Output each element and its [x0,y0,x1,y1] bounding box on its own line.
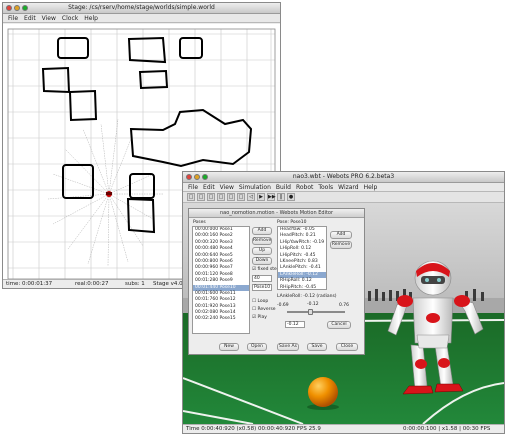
poses-list[interactable]: 00:00:000 Pose1 00:00:160 Pose2 00:00:320 … [192,226,250,334]
add-pose-button[interactable]: Add [252,227,272,235]
webots-window: nao3.wbt - Webots PRO 6.2.beta3 File Edi… [182,171,505,434]
save-as-motion-button[interactable]: Save As [277,343,299,351]
menu-robot[interactable]: Robot [296,183,313,191]
step-field[interactable]: 40 [252,275,272,282]
new-world-button[interactable]: □ [187,193,195,201]
menu-file[interactable]: File [188,183,198,191]
pose-name-header: Pose: Pose10 [277,220,307,225]
step-button[interactable]: □ [237,193,245,201]
save-world-button[interactable]: □ [207,193,215,201]
fast-button[interactable]: ▶ [257,193,265,201]
joints-list[interactable]: HeadYaw: -0.05 HeadPitch: 0.21 LHipYawPitc… [277,226,327,290]
min-label: -0.69 [277,303,289,308]
max-label: 0.76 [339,303,350,308]
reverse-label: Reverse [257,307,276,312]
menu-build[interactable]: Build [276,183,291,191]
menu-clock[interactable]: Clock [62,14,78,22]
status-real: real:0:00:27 [75,281,109,287]
stage-title: Stage: /cs/rserv/home/stage/worlds/simpl… [68,4,215,11]
movie-button[interactable]: ● [287,193,295,201]
checkbox-icon: ☑ [252,315,257,320]
sim-time: Time 0:00:40:920 (x0.58) 00:00:40:920 FP… [186,426,321,432]
menu-simulation[interactable]: Simulation [239,183,271,191]
menu-wizard[interactable]: Wizard [338,183,358,191]
save-motion-button[interactable]: Save [307,343,327,351]
run-button[interactable]: ◁ [247,193,255,201]
current-value-label: -0.12 [307,302,319,307]
up-pose-button[interactable]: Up [252,247,272,255]
checkbox-icon: ☐ [252,299,257,304]
value-slider[interactable] [287,309,345,315]
poses-label: Poses [193,220,206,225]
remove-joint-button[interactable]: Remove [330,241,352,249]
play-label: Play [257,315,267,320]
open-motion-button[interactable]: Open [247,343,267,351]
cancel-button[interactable]: Cancel [327,321,351,329]
down-pose-button[interactable]: Down [252,257,272,265]
status-subs: subs: 1 [125,281,145,287]
sim-speed: 0:00:00:100 | x1.58 | 00:30 FPS [403,426,491,432]
menu-view[interactable]: View [220,183,234,191]
reverse-checkbox[interactable]: ☐ Reverse [252,307,276,312]
robot-marker [106,191,112,197]
fixed-step-checkbox[interactable]: ☑ fixed step [252,267,280,272]
value-header: LAnkleRoll: -0.12 (radians) [277,294,337,299]
pose-list-item[interactable]: 00:02:240 Pose15 [193,316,249,322]
motion-editor-dialog: nao_nomotion.motion - Webots Motion Edit… [188,208,365,355]
open-world-button[interactable]: □ [197,193,205,201]
menu-tools[interactable]: Tools [318,183,333,191]
menu-edit[interactable]: Edit [203,183,215,191]
pause-button[interactable]: ▶▶ [267,193,276,201]
motion-editor-title[interactable]: nao_nomotion.motion - Webots Motion Edit… [189,209,364,218]
menu-help[interactable]: Help [84,14,98,22]
new-motion-button[interactable]: New [219,343,239,351]
play-checkbox[interactable]: ☑ Play [252,315,267,320]
remove-pose-button[interactable]: Remove [252,237,272,245]
menu-help[interactable]: Help [364,183,378,191]
status-time: time: 0:00:01:37 [6,281,53,287]
value-spinbox[interactable]: -0.12 [285,321,305,328]
menu-file[interactable]: File [8,14,18,22]
joint-list-item[interactable]: RHipPitch: -0.45 [278,285,326,289]
record-button[interactable]: ‖ [277,193,285,201]
menu-edit[interactable]: Edit [24,14,36,22]
webots-statusbar: Time 0:00:40:920 (x0.58) 00:00:40:920 FP… [183,424,504,433]
loop-label: Loop [257,299,269,304]
slider-knob[interactable] [307,309,313,315]
add-joint-button[interactable]: Add [330,231,352,239]
step-back-button[interactable]: □ [227,193,235,201]
loop-checkbox[interactable]: ☐ Loop [252,299,268,304]
close-motion-button[interactable]: Close [336,343,358,351]
pose-name-field[interactable]: Pose10 [252,284,272,291]
checkbox-icon: ☐ [252,307,257,312]
menu-view[interactable]: View [42,14,56,22]
webots-toolbar: □ □ □ □ □ □ ◁ ▶ ▶▶ ‖ ● [183,192,504,203]
joint-list-item[interactable]: LAnklePitch: -0.41 [278,265,326,271]
stage-titlebar[interactable]: Stage: /cs/rserv/home/stage/worlds/simpl… [3,3,280,14]
webots-menubar: File Edit View Simulation Build Robot To… [183,183,504,192]
checkbox-icon: ☑ [252,267,257,272]
webots-title: nao3.wbt - Webots PRO 6.2.beta3 [292,173,395,180]
webots-titlebar[interactable]: nao3.wbt - Webots PRO 6.2.beta3 [183,172,504,183]
stage-menubar: File Edit View Clock Help [3,14,280,23]
revert-world-button[interactable]: □ [217,193,225,201]
